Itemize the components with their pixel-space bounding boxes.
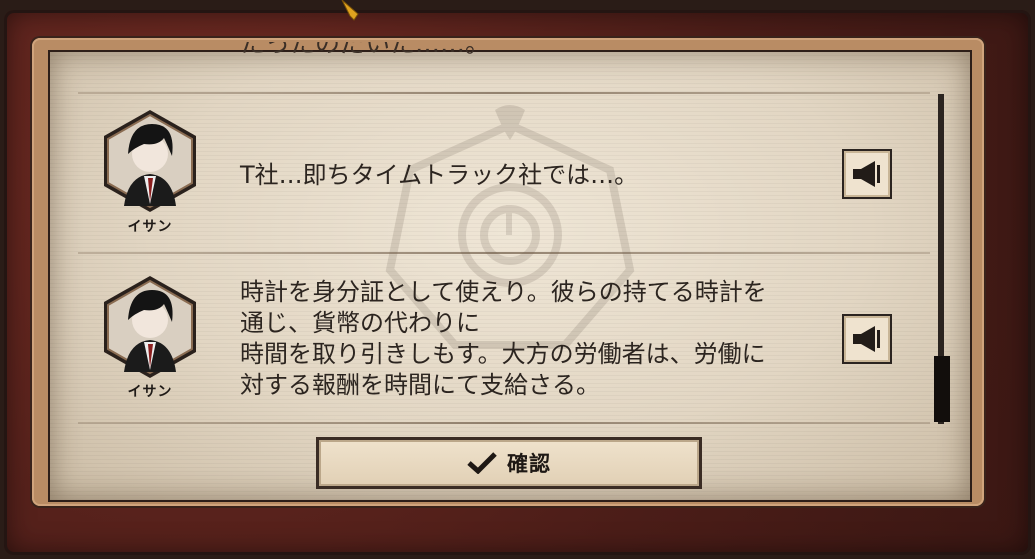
message-text: T社…即ちタイムトラック社では…。 [240,161,639,189]
voice-play-button[interactable] [842,149,892,199]
confirm-label: 確認 [507,452,551,476]
divider [78,252,930,254]
scrollbar-thumb[interactable] [934,356,950,422]
previous-message-fragment: たったのだいた……。 [240,42,491,58]
voice-play-button[interactable] [842,314,892,364]
speaker-name: イサン [127,384,173,400]
checkmark-icon [467,452,497,474]
speaker-portrait [98,272,202,382]
pin-icon [341,0,359,21]
confirm-button[interactable]: 確認 [316,437,702,489]
divider [78,92,930,94]
speaker-name: イサン [127,219,173,235]
message-text: 時計を身分証として使えり。彼らの持てる時計を 通じ、貨幣の代わりに 時間を取り引… [240,278,767,399]
divider [78,422,930,424]
speaker-icon [853,326,880,352]
speaker-portrait [98,106,202,216]
speaker-icon [853,161,880,187]
